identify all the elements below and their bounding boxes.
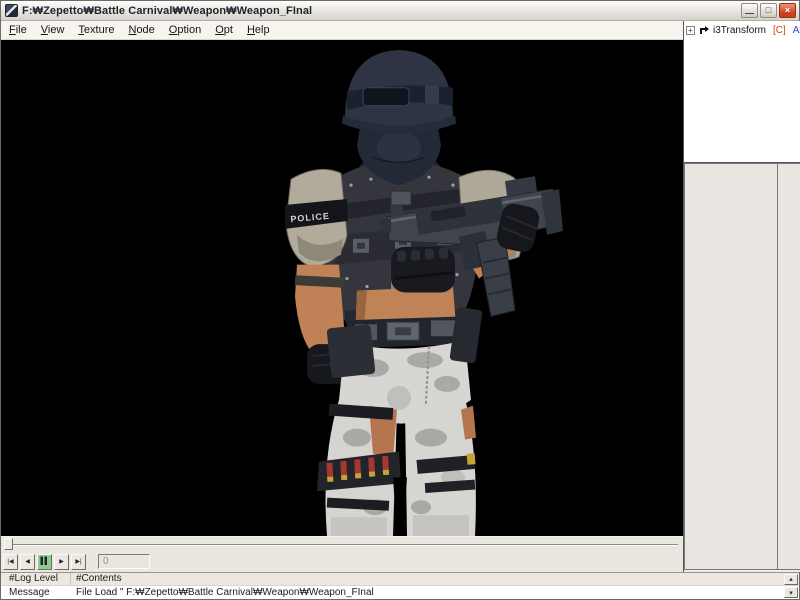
restore-button[interactable]: □ [760, 3, 777, 18]
menu-file[interactable]: File [2, 22, 34, 39]
log-contents-column-header: #Contents [71, 573, 784, 585]
app-window: F:₩Zepetto₩Battle Carnival₩Weapon₩Weapon… [0, 0, 800, 600]
log-scroll-down-button[interactable]: ▾ [784, 587, 798, 598]
log-contents-cell: File Load " F:₩Zepetto₩Battle Carnival₩W… [71, 587, 784, 598]
pause-button[interactable]: ▌▌ [37, 554, 52, 570]
close-icon: × [785, 6, 790, 15]
property-panel-left[interactable] [684, 163, 777, 570]
character-model: POLICE [1, 40, 683, 536]
titlebar: F:₩Zepetto₩Battle Carnival₩Weapon₩Weapon… [1, 1, 799, 21]
node-type-label: AxisRotate [793, 25, 800, 36]
node-name-label: i3Transform [713, 25, 766, 36]
minimize-icon: — [745, 9, 754, 18]
window-controls: — □ × [741, 3, 796, 18]
log-header: #Log Level #Contents ▴ [1, 572, 799, 585]
go-start-button[interactable]: |◀ [3, 554, 18, 570]
step-forward-icon: ▶ [59, 558, 64, 565]
transform-node-icon [698, 26, 709, 36]
log-message-row[interactable]: Message File Load " F:₩Zepetto₩Battle Ca… [1, 585, 799, 599]
window-title: F:₩Zepetto₩Battle Carnival₩Weapon₩Weapon… [22, 5, 741, 17]
step-back-icon: ◀ [25, 558, 30, 565]
go-end-button[interactable]: ▶| [71, 554, 86, 570]
frame-number-field[interactable]: 0 [98, 554, 150, 569]
log-level-column-header: #Log Level [1, 573, 71, 585]
pause-icon: ▌▌ [41, 558, 49, 565]
tree-node-row[interactable]: + i3Transform [C] AxisRotate [686, 25, 800, 36]
close-button[interactable]: × [779, 3, 796, 18]
menubar: File View Texture Node Option Opt Help [1, 21, 683, 40]
slider-thumb[interactable] [4, 538, 13, 550]
menu-texture[interactable]: Texture [71, 22, 121, 39]
node-tag-label: [C] [773, 25, 786, 36]
playback-controls: |◀ ◀ ▌▌ ▶ ▶| 0 [1, 551, 683, 572]
minimize-button[interactable]: — [741, 3, 758, 18]
menu-option[interactable]: Option [162, 22, 208, 39]
slider-track[interactable] [4, 544, 678, 546]
main-content: File View Texture Node Option Opt Help [1, 21, 799, 572]
left-column: File View Texture Node Option Opt Help [1, 21, 683, 572]
restore-icon: □ [766, 6, 771, 15]
property-panels [684, 162, 800, 572]
expand-toggle[interactable]: + [686, 26, 695, 35]
scene-tree: + i3Transform [C] AxisRotate [684, 21, 800, 162]
go-end-icon: ▶| [75, 558, 81, 565]
menu-view[interactable]: View [34, 22, 72, 39]
scroll-up-icon: ▴ [789, 575, 793, 583]
menu-help[interactable]: Help [240, 22, 277, 39]
menu-opt[interactable]: Opt [208, 22, 240, 39]
go-start-icon: |◀ [7, 558, 13, 565]
menu-node[interactable]: Node [121, 22, 161, 39]
right-panel: + i3Transform [C] AxisRotate [683, 21, 800, 572]
timeline-slider [1, 536, 683, 551]
step-back-button[interactable]: ◀ [20, 554, 35, 570]
3d-viewport[interactable]: POLICE [1, 40, 683, 536]
step-forward-button[interactable]: ▶ [54, 554, 69, 570]
log-scroll-up-button[interactable]: ▴ [784, 574, 798, 585]
app-icon [5, 4, 18, 17]
log-level-cell: Message [1, 587, 71, 598]
property-panel-right[interactable] [777, 163, 800, 570]
scroll-down-icon: ▾ [789, 589, 793, 597]
